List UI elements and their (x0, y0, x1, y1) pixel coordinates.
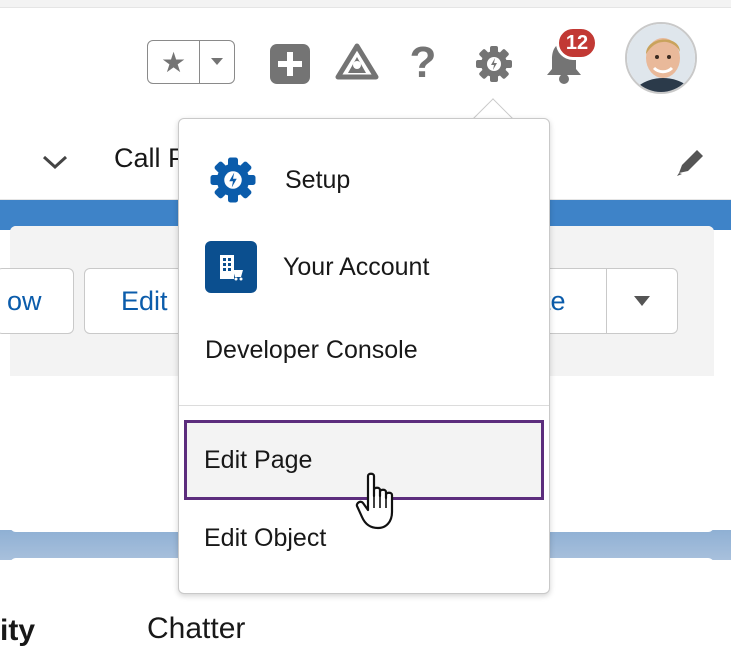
pencil-icon (677, 150, 703, 176)
follow-button[interactable]: ow (0, 268, 74, 334)
edit-button[interactable]: Edit (84, 268, 184, 334)
avatar-photo (627, 24, 695, 92)
chevron-down-icon (634, 296, 650, 306)
hand-pointer-cursor-icon (354, 472, 402, 530)
delete-button[interactable]: te (540, 268, 608, 334)
star-icon: ★ (160, 46, 187, 78)
nav-tab-call[interactable]: Call P (114, 143, 186, 174)
plus-icon (278, 52, 302, 76)
follow-button-label: ow (7, 285, 42, 316)
edit-button-label: Edit (121, 285, 168, 316)
trailhead-button[interactable] (334, 40, 380, 86)
avatar[interactable] (625, 22, 697, 94)
top-edge (0, 0, 731, 8)
tab-chatter[interactable]: Chatter (147, 612, 245, 646)
help-icon: ? (409, 38, 437, 87)
help-button[interactable]: ? (403, 38, 443, 88)
setup-gear-button[interactable] (470, 40, 518, 88)
menu-item-label: Edit Object (204, 523, 327, 552)
favorites-menu-button[interactable] (200, 41, 234, 83)
favorites-button-group: ★ (147, 40, 235, 84)
edit-nav-items-button[interactable] (673, 146, 707, 180)
gear-icon (476, 46, 512, 82)
nav-menu-toggle[interactable] (40, 152, 70, 172)
chevron-down-icon (42, 155, 68, 170)
notification-count-badge: 12 (556, 26, 598, 60)
chevron-down-icon (211, 58, 223, 65)
trailhead-icon (335, 43, 379, 80)
menu-item-label: Edit Page (204, 445, 313, 474)
tab-activity[interactable]: ity (0, 614, 35, 646)
global-actions-button[interactable] (270, 44, 310, 84)
favorite-star-button[interactable]: ★ (148, 41, 200, 83)
salesforce-screen: ★ ? 12 Call P ow Edit te ity Chatter Set… (0, 0, 731, 646)
more-actions-button[interactable] (606, 268, 678, 334)
